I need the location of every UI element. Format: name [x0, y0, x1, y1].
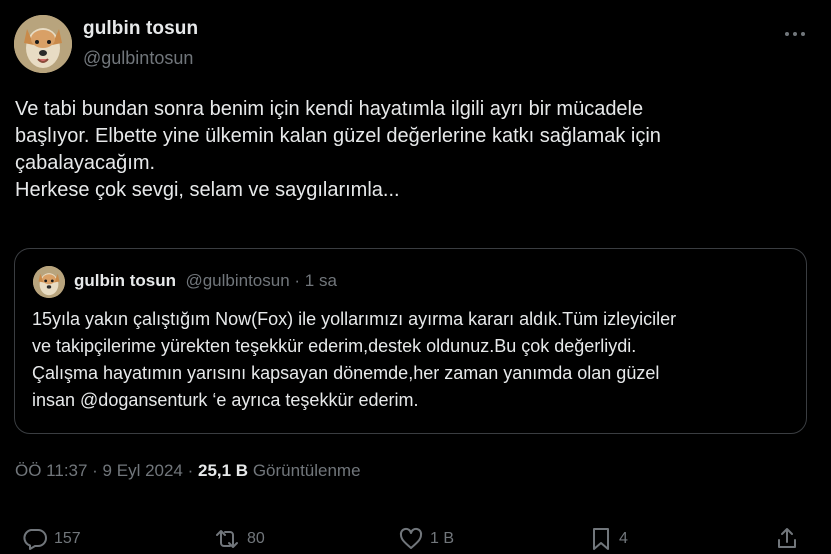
bookmark-icon	[593, 528, 609, 550]
repost-icon	[216, 530, 238, 548]
quote-author-meta: @gulbintosun · 1 sa	[185, 271, 337, 290]
tweet-meta: ÖÖ 11:37 · 9 Eyl 2024 · 25,1 B Görüntüle…	[15, 461, 361, 481]
action-bar: 157 80 1 B 4	[0, 522, 831, 554]
quote-text: 15yıla yakın çalıştığım Now(Fox) ile yol…	[32, 306, 802, 414]
like-count: 1 B	[430, 530, 455, 547]
bookmark-count: 4	[619, 530, 628, 547]
reply-icon	[23, 529, 47, 550]
tweet-line: başlıyor. Elbette yine ülkemin kalan güz…	[15, 125, 661, 147]
quote-line: Çalışma hayatımın yarısını kapsayan döne…	[32, 363, 660, 383]
heart-icon	[399, 527, 423, 549]
quote-line: 15yıla yakın çalıştığım Now(Fox) ile yol…	[32, 309, 677, 329]
more-horizontal-icon[interactable]	[780, 22, 810, 46]
tweet-line: Herkese çok sevgi, selam ve saygılarımla…	[15, 179, 400, 201]
views-count: 25,1 B	[198, 461, 249, 480]
quote-header: gulbin tosun @gulbintosun · 1 sa	[74, 271, 337, 291]
tweet-line: Ve tabi bundan sonra benim için kendi ha…	[15, 98, 644, 120]
author-avatar[interactable]	[14, 15, 72, 73]
share-icon	[778, 528, 796, 548]
repost-count: 80	[247, 530, 265, 547]
quote-line: ve takipçilerime yürekten teşekkür ederi…	[32, 336, 637, 356]
views-label: Görüntülenme	[248, 461, 361, 480]
dog-avatar-image	[14, 15, 72, 73]
like-button[interactable]: 1 B	[398, 526, 454, 552]
tweet-text: Ve tabi bundan sonra benim için kendi ha…	[15, 96, 815, 204]
timestamp[interactable]: ÖÖ 11:37 · 9 Eyl 2024 ·	[15, 461, 198, 480]
quote-author-name: gulbin tosun	[74, 271, 176, 290]
reply-button[interactable]: 157	[22, 526, 81, 552]
quote-avatar	[33, 266, 65, 298]
share-button[interactable]	[775, 526, 799, 552]
quoted-tweet-card[interactable]: gulbin tosun @gulbintosun · 1 sa 15yıla …	[14, 248, 807, 434]
author-handle[interactable]: @gulbintosun	[83, 48, 193, 69]
dog-avatar-image	[33, 266, 65, 298]
repost-button[interactable]: 80	[213, 526, 265, 552]
quote-line: insan @dogansenturk ‘e ayrıca teşekkür e…	[32, 390, 419, 410]
author-name[interactable]: gulbin tosun	[83, 18, 198, 40]
tweet-line: çabalayacağım.	[15, 152, 156, 174]
bookmark-button[interactable]: 4	[589, 526, 628, 552]
reply-count: 157	[54, 530, 81, 547]
